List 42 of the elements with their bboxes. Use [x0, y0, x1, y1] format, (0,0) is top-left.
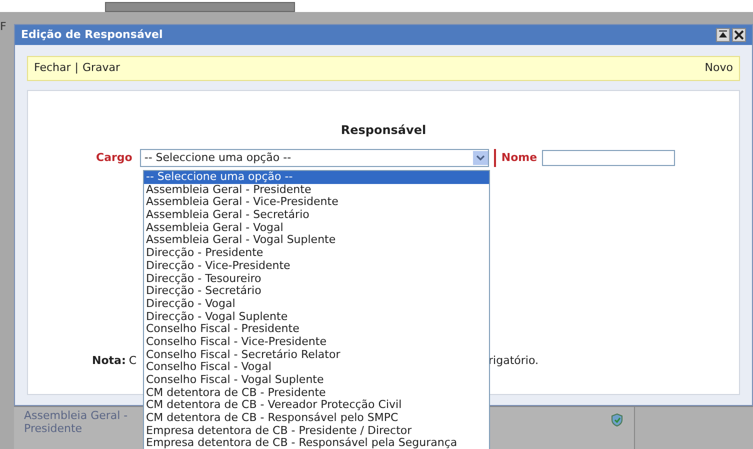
- dropdown-option[interactable]: Assembleia Geral - Vogal Suplente: [144, 234, 489, 248]
- save-link[interactable]: Gravar: [82, 60, 120, 77]
- dropdown-option[interactable]: Direcção - Vogal: [144, 298, 489, 311]
- dropdown-option[interactable]: Assembleia Geral - Presidente: [144, 184, 489, 196]
- separator-text: |: [74, 60, 78, 76]
- dropdown-option[interactable]: Empresa detentora de CB - Presidente / Director: [144, 424, 489, 438]
- close-button[interactable]: [732, 28, 746, 42]
- dropdown-option[interactable]: Conselho Fiscal - Presidente: [144, 323, 489, 336]
- close-icon: [734, 30, 744, 40]
- dropdown-option[interactable]: CM detentora de CB - Vereador Protecção Civil: [144, 399, 489, 412]
- list-text: Assembleia Geral - Presidente: [24, 409, 129, 437]
- dropdown-option[interactable]: Assembleia Geral - Vice-Presidente: [144, 196, 489, 210]
- dropdown-option[interactable]: CM detentora de CB - Presidente: [144, 386, 489, 400]
- window-title: Edição de Responsável: [21, 26, 163, 43]
- section-heading: Responsável: [340, 122, 428, 139]
- background-text: F: [0, 20, 6, 34]
- dropdown-option[interactable]: Direcção - Tesoureiro: [144, 272, 489, 286]
- note-label: Nota:: [92, 353, 126, 369]
- shield-icon: [610, 413, 624, 427]
- dropdown-option[interactable]: Direcção - Vice-Presidente: [144, 260, 489, 272]
- dropdown-option[interactable]: CM detentora de CB - Responsável pelo SMPC: [144, 412, 489, 425]
- dropdown-option[interactable]: Conselho Fiscal - Vogal: [144, 361, 489, 374]
- field-label: Nome: [501, 150, 538, 166]
- dropdown-option[interactable]: Empresa detentora de CB - Responsável pela Segurança: [144, 437, 489, 449]
- dropdown-option[interactable]: Conselho Fiscal - Secretário Relator: [144, 348, 489, 362]
- arrow-up-icon: [718, 30, 728, 40]
- note-text: C: [128, 353, 137, 369]
- dropdown-option[interactable]: Assembleia Geral - Secretário: [144, 209, 489, 222]
- pin-button[interactable]: [716, 28, 730, 42]
- dropdown-option[interactable]: Direcção - Vogal Suplente: [144, 310, 489, 324]
- dropdown-option[interactable]: Assembleia Geral - Vogal: [144, 222, 489, 234]
- field-label: Cargo: [96, 150, 132, 166]
- new-link[interactable]: Novo: [704, 60, 733, 77]
- cargo-select[interactable]: -- Seleccione uma opção --: [140, 149, 490, 167]
- dropdown-option[interactable]: Conselho Fiscal - Vice-Presidente: [144, 336, 489, 349]
- dropdown-option[interactable]: Conselho Fiscal - Vogal Suplente: [144, 374, 489, 387]
- dropdown-option[interactable]: Direcção - Presidente: [144, 247, 489, 260]
- note-text: rigatório.: [488, 353, 538, 369]
- name-input-field[interactable]: [542, 150, 676, 166]
- close-link[interactable]: Fechar: [34, 60, 71, 77]
- dropdown-option[interactable]: Direcção - Secretário: [144, 285, 489, 298]
- dropdown-option[interactable]: -- Seleccione uma opção --: [144, 171, 489, 184]
